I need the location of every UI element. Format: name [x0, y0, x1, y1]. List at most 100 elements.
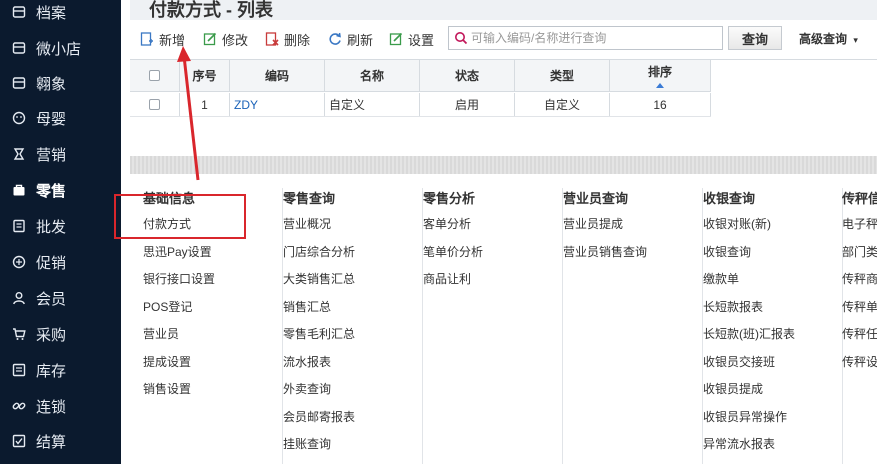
search-input[interactable]	[471, 29, 716, 47]
caret-down-icon: ▾	[853, 35, 858, 45]
sidebar-item-wholesale[interactable]: 批发	[0, 208, 121, 244]
sidebar-item-promotion[interactable]: 促销	[0, 244, 121, 280]
refresh-label: 刷新	[347, 32, 374, 48]
cell-status: 启用	[420, 93, 515, 116]
search-box	[448, 26, 723, 50]
edit-button[interactable]: 修改	[203, 29, 248, 49]
cell-name: 自定义	[325, 93, 420, 116]
menu-item[interactable]: 客单分析	[423, 215, 471, 232]
menu-item[interactable]: 部门类别	[842, 243, 877, 260]
add-button[interactable]: 新增	[140, 29, 185, 49]
row-select[interactable]	[130, 93, 180, 116]
menu-item[interactable]: 长短款报表	[703, 298, 763, 315]
delete-icon	[265, 32, 279, 46]
menu-item[interactable]: 会员邮寄报表	[283, 408, 355, 425]
column-header[interactable]: 序号	[180, 60, 230, 91]
menu-item[interactable]: 销售汇总	[283, 298, 331, 315]
row-checkbox[interactable]	[149, 99, 160, 110]
menu-column-title: 收银查询	[703, 191, 756, 206]
menu-item[interactable]: 营业概况	[283, 215, 331, 232]
menu-item[interactable]: 门店综合分析	[283, 243, 355, 260]
menu-item[interactable]: POS登记	[143, 298, 192, 315]
menu-item[interactable]: 传秤设	[842, 353, 877, 370]
cell-sort: 16	[610, 93, 711, 116]
delete-button[interactable]: 删除	[265, 29, 310, 49]
sidebar-item-label: 连锁	[36, 398, 67, 416]
menu-column-retail-query: 零售查询 营业概况 门店综合分析 大类销售汇总 销售汇总 零售毛利汇总 流水报表…	[283, 188, 423, 464]
menu-item[interactable]: 外卖查询	[283, 380, 331, 397]
menu-item[interactable]: 电子秤i	[842, 215, 877, 232]
sidebar-item-marketing[interactable]: 营销	[0, 136, 121, 172]
menu-item[interactable]: 银行接口设置	[143, 270, 215, 287]
sidebar-item-purchase[interactable]: 采购	[0, 316, 121, 352]
promo-icon	[12, 255, 26, 269]
menu-item[interactable]: 流水报表	[283, 353, 331, 370]
menu-item[interactable]: 营业员提成	[563, 215, 623, 232]
advanced-query-dropdown[interactable]: 高级查询 ▾	[799, 30, 858, 47]
menu-item[interactable]: 异常流水报表	[703, 435, 775, 452]
sidebar: 档案 微小店 翱象 母婴 营销 零售 批发 促销 会员 采购 库存 连锁 结算	[0, 0, 121, 464]
column-header-sort[interactable]: 排序	[610, 60, 711, 91]
menu-item[interactable]: 长短款(班)汇报表	[703, 325, 795, 342]
menu-item[interactable]: 挂账查询	[283, 435, 331, 452]
query-button[interactable]: 查询	[728, 26, 782, 50]
edit-icon	[203, 32, 217, 46]
menu-column-title: 零售分析	[423, 191, 476, 206]
menu-column-scale: 传秤信 电子秤i 部门类别 传秤商 传秤单 传秤任 传秤设	[842, 188, 877, 464]
menu-item[interactable]: 收银员提成	[703, 380, 763, 397]
column-header[interactable]: 名称	[325, 60, 420, 91]
menu-item[interactable]: 大类销售汇总	[283, 270, 355, 287]
sidebar-item-aoxiang[interactable]: 翱象	[0, 65, 121, 101]
menu-item[interactable]: 提成设置	[143, 353, 191, 370]
column-header[interactable]: 状态	[420, 60, 515, 91]
menu-item[interactable]: 商品让利	[423, 270, 471, 287]
bag-icon	[12, 183, 26, 197]
header-select-all[interactable]	[130, 60, 180, 91]
menu-item[interactable]: 传秤商	[842, 270, 877, 287]
sidebar-item-archive[interactable]: 档案	[0, 0, 121, 30]
menu-item[interactable]: 收银对账(新)	[703, 215, 771, 232]
menu-item[interactable]: 销售设置	[143, 380, 191, 397]
column-header-label: 排序	[647, 65, 672, 79]
sidebar-item-settlement[interactable]: 结算	[0, 423, 121, 459]
menu-item[interactable]: 缴款单	[703, 270, 739, 287]
menu-item[interactable]: 营业员	[143, 325, 179, 342]
menu-item[interactable]: 零售毛利汇总	[283, 325, 355, 342]
sidebar-item-chain[interactable]: 连锁	[0, 388, 121, 424]
menu-item[interactable]: 收银员交接班	[703, 353, 775, 370]
menu-item[interactable]: 笔单价分析	[423, 243, 483, 260]
menu-item[interactable]: 传秤任	[842, 325, 877, 342]
sidebar-item-label: 微小店	[36, 40, 82, 58]
sort-ascending-icon	[656, 83, 664, 88]
add-icon	[140, 32, 153, 46]
sidebar-item-label: 采购	[36, 326, 67, 344]
table-row[interactable]: 1 ZDY 自定义 启用 自定义 16	[130, 93, 711, 117]
edit-label: 修改	[222, 32, 249, 48]
chain-icon	[12, 399, 26, 413]
sidebar-item-inventory[interactable]: 库存	[0, 352, 121, 388]
store-icon	[12, 41, 26, 55]
sidebar-item-member[interactable]: 会员	[0, 280, 121, 316]
menu-column-title: 零售查询	[283, 191, 336, 206]
column-header[interactable]: 类型	[515, 60, 610, 91]
sidebar-item-label: 批发	[36, 218, 67, 236]
member-icon	[12, 291, 26, 305]
menu-item[interactable]: 收银员异常操作	[703, 408, 787, 425]
menu-item[interactable]: 传秤单	[842, 298, 877, 315]
select-all-checkbox[interactable]	[149, 70, 160, 81]
column-header[interactable]: 编码	[230, 60, 325, 91]
settings-label: 设置	[408, 32, 435, 48]
sidebar-item-label: 促销	[36, 254, 67, 272]
refresh-button[interactable]: 刷新	[328, 29, 373, 49]
settings-icon	[389, 32, 403, 46]
menu-item[interactable]: 营业员销售查询	[563, 243, 647, 260]
sidebar-item-micro-store[interactable]: 微小店	[0, 30, 121, 66]
settings-button[interactable]: 设置	[389, 29, 434, 49]
menu-item[interactable]: 思迅Pay设置	[143, 243, 212, 260]
add-label: 新增	[159, 32, 186, 48]
cell-code[interactable]: ZDY	[230, 93, 325, 116]
menu-item[interactable]: 收银查询	[703, 243, 751, 260]
cell-index: 1	[180, 93, 230, 116]
sidebar-item-maternal[interactable]: 母婴	[0, 100, 121, 136]
sidebar-item-retail[interactable]: 零售	[0, 172, 121, 208]
